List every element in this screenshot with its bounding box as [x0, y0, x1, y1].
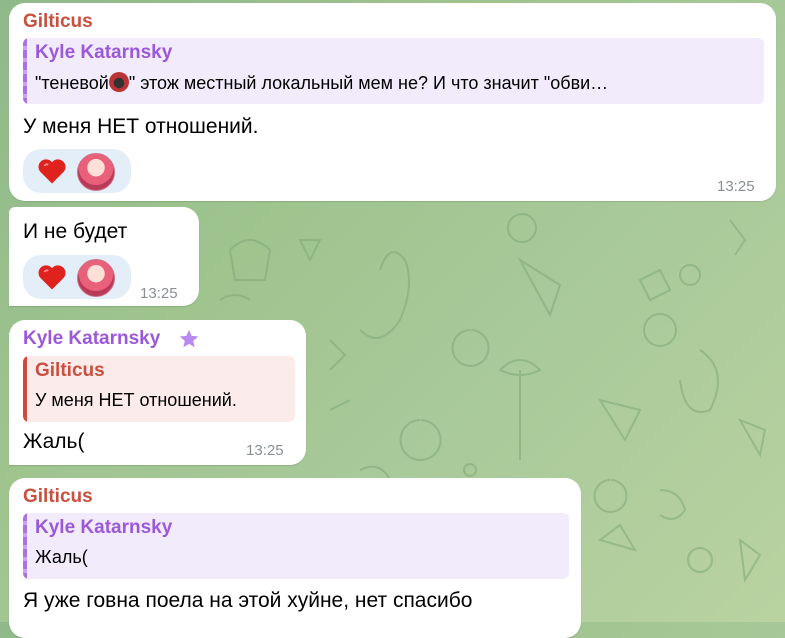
message-time: 13:25: [246, 442, 284, 459]
message-bubble-4[interactable]: Gilticus Kyle Katarnsky Жаль( Я уже говн…: [9, 478, 581, 638]
reply-text-start: "теневой: [35, 73, 109, 93]
reply-sender-name: Kyle Katarnsky: [35, 517, 173, 538]
reply-text: "теневой " этож местный локальный мем не?…: [35, 72, 755, 94]
reply-text-end: " этож местный локальный мем не? И что з…: [128, 73, 609, 93]
ninja-emoji-icon: [108, 72, 129, 92]
message-time: 13:25: [717, 178, 755, 195]
message-text: Жаль(: [23, 430, 85, 453]
heart-reaction-icon[interactable]: [37, 263, 67, 291]
reply-text: У меня НЕТ отношений.: [35, 390, 237, 410]
message-bubble-3[interactable]: Kyle Katarnsky Gilticus У меня НЕТ отнош…: [9, 320, 306, 465]
reactor-avatar[interactable]: [77, 259, 115, 297]
reply-text: Жаль(: [35, 547, 88, 567]
star-icon[interactable]: [178, 328, 200, 350]
reply-sender-name: Gilticus: [35, 360, 105, 381]
message-text: Я уже говна поела на этой хуйне, нет спа…: [23, 589, 473, 612]
reactions-bar[interactable]: [23, 255, 131, 299]
sender-name[interactable]: Kyle Katarnsky: [23, 328, 160, 350]
sender-name[interactable]: Gilticus: [23, 486, 93, 508]
heart-reaction-icon[interactable]: [37, 157, 67, 185]
reply-quote-bar: [23, 356, 27, 422]
reactions-bar[interactable]: [23, 149, 131, 193]
message-text: И не будет: [23, 220, 128, 243]
reply-sender-name: Kyle Katarnsky: [35, 42, 173, 63]
message-text: У меня НЕТ отношений.: [23, 115, 259, 138]
reply-quote[interactable]: Gilticus У меня НЕТ отношений.: [23, 356, 295, 422]
reply-quote[interactable]: Kyle Katarnsky "теневой " этож местный ло…: [23, 38, 764, 104]
message-time: 13:25: [140, 285, 178, 302]
sender-name[interactable]: Gilticus: [23, 11, 93, 33]
reply-quote[interactable]: Kyle Katarnsky Жаль(: [23, 513, 569, 579]
reply-quote-bar: [23, 513, 27, 579]
reactor-avatar[interactable]: [77, 153, 115, 191]
reply-quote-bar: [23, 38, 27, 104]
message-bubble-2[interactable]: И не будет 13:25: [9, 207, 199, 306]
message-bubble-1[interactable]: Gilticus Kyle Katarnsky "теневой " этож м…: [9, 3, 776, 201]
